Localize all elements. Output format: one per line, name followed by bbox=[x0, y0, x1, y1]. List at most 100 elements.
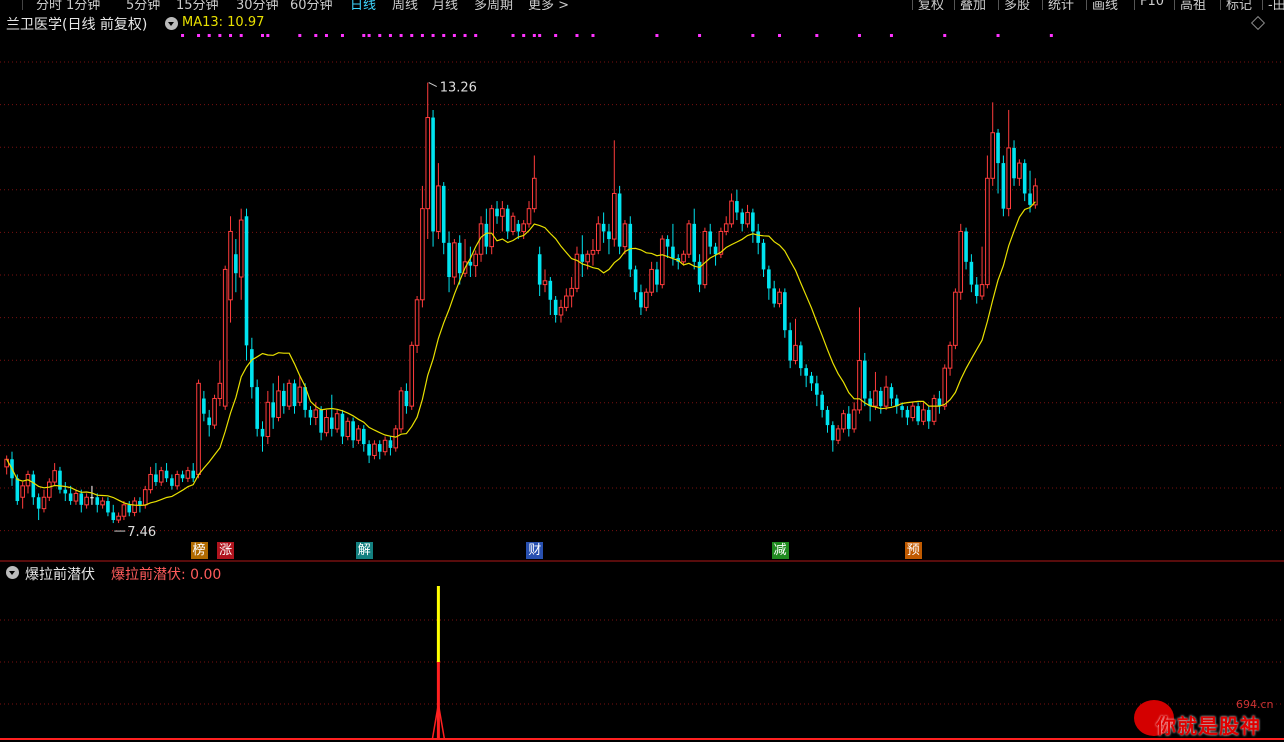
candle-body-up bbox=[931, 398, 937, 422]
candle-body-up bbox=[47, 481, 52, 498]
signal-dot bbox=[378, 34, 382, 37]
signal-dot bbox=[197, 34, 201, 37]
candle-body-down bbox=[180, 474, 185, 479]
candle-body-up bbox=[643, 291, 649, 308]
candle-body-down bbox=[244, 216, 249, 346]
signal-dot bbox=[698, 34, 702, 37]
candle-body-down bbox=[553, 299, 558, 315]
signal-dot bbox=[511, 34, 515, 37]
signal-dot bbox=[857, 34, 861, 37]
candle-body-up bbox=[238, 219, 244, 278]
candle-body-up bbox=[910, 405, 916, 419]
candle-body-up bbox=[1006, 147, 1012, 210]
indicator-value: 爆拉前潜伏: 0.00 bbox=[111, 567, 222, 583]
candle-body-up bbox=[52, 470, 57, 483]
candle-body-up bbox=[41, 496, 47, 510]
candle-body-up bbox=[510, 215, 516, 232]
event-marker[interactable]: 减 bbox=[771, 542, 789, 559]
candle-body-up bbox=[425, 117, 431, 210]
candle-body-up bbox=[841, 413, 846, 430]
event-marker[interactable]: 涨 bbox=[217, 542, 235, 559]
candle-body-down bbox=[708, 231, 713, 247]
candle-body-up bbox=[382, 439, 388, 453]
candle-body-down bbox=[1022, 163, 1027, 194]
candle-body-up bbox=[729, 200, 734, 225]
candle-body-up bbox=[857, 360, 862, 411]
candle-body-down bbox=[815, 383, 819, 395]
signal-dot bbox=[751, 34, 755, 37]
signal-dot bbox=[431, 34, 435, 37]
candlestick-chart[interactable]: 13.26 7.46 bbox=[0, 0, 1284, 742]
candle-body-up bbox=[228, 230, 233, 301]
candle-body-up bbox=[100, 500, 105, 506]
candle-body-up bbox=[953, 291, 958, 346]
candle-body-down bbox=[367, 444, 371, 456]
candle-body-up bbox=[420, 208, 425, 301]
candle-body-up bbox=[356, 428, 361, 441]
candle-body-up bbox=[196, 382, 201, 475]
candle-body-up bbox=[622, 223, 628, 248]
candle-body-up bbox=[345, 420, 351, 437]
signal-dot bbox=[324, 34, 328, 37]
candle-body-down bbox=[916, 406, 920, 422]
candle-body-up bbox=[745, 211, 750, 225]
candle-body-down bbox=[580, 254, 585, 262]
candle-body-up bbox=[489, 208, 494, 248]
signal-dot bbox=[996, 34, 1000, 37]
signal-dot bbox=[778, 34, 782, 37]
candle-body-up bbox=[564, 295, 569, 308]
watermark-text: 你就是股神 bbox=[1156, 714, 1261, 738]
candle-body-up bbox=[212, 398, 217, 426]
event-marker[interactable]: 解 bbox=[355, 542, 373, 559]
signal-dot bbox=[591, 34, 595, 37]
candle-body-down bbox=[671, 246, 675, 259]
signal-dot bbox=[889, 34, 893, 37]
event-marker[interactable]: 预 bbox=[904, 542, 922, 559]
candle-body-up bbox=[217, 382, 223, 400]
candle-body-up bbox=[222, 268, 228, 407]
candle-body-up bbox=[921, 409, 926, 422]
candle-body-up bbox=[174, 473, 180, 487]
candle-body-down bbox=[889, 387, 894, 399]
candle-body-down bbox=[79, 493, 84, 505]
candle-body-down bbox=[127, 504, 132, 513]
candle-body-down bbox=[308, 409, 313, 418]
candle-body-up bbox=[585, 253, 590, 263]
candle-body-down bbox=[783, 292, 787, 331]
event-marker[interactable]: 财 bbox=[526, 542, 544, 559]
candle-body-up bbox=[73, 492, 79, 502]
candle-body-down bbox=[751, 212, 755, 232]
event-marker[interactable]: 榜 bbox=[190, 542, 208, 559]
candle-body-down bbox=[601, 223, 606, 232]
chevron-down-icon[interactable] bbox=[6, 566, 19, 579]
signal-dot bbox=[261, 34, 265, 37]
candle-body-down bbox=[319, 409, 323, 433]
candle-body-down bbox=[495, 208, 499, 217]
candle-body-down bbox=[292, 383, 297, 407]
candle-body-down bbox=[1001, 163, 1006, 209]
candle-body-up bbox=[116, 515, 121, 521]
candle-body-down bbox=[809, 375, 814, 384]
candle-body-up bbox=[436, 185, 441, 232]
candle-body-up bbox=[793, 344, 798, 362]
candle-body-down bbox=[713, 246, 718, 255]
candle-body-down bbox=[926, 409, 931, 422]
candle-body-down bbox=[58, 470, 62, 490]
candle-body-up bbox=[500, 208, 505, 217]
candle-body-up bbox=[276, 390, 281, 419]
candle-body-down bbox=[761, 242, 766, 270]
signal-dot bbox=[474, 34, 478, 37]
candle-body-down bbox=[974, 284, 979, 296]
signal-dot bbox=[538, 34, 542, 37]
signal-dot bbox=[239, 34, 243, 37]
signal-dot bbox=[420, 34, 424, 37]
candle-body-down bbox=[692, 223, 697, 262]
candle-body-up bbox=[569, 287, 574, 297]
candle-body-down bbox=[831, 425, 835, 441]
candle-body-down bbox=[772, 288, 776, 304]
signal-dot bbox=[218, 34, 222, 37]
candle-body-down bbox=[548, 280, 553, 300]
candle-body-up bbox=[590, 249, 596, 255]
candle-body-up bbox=[409, 344, 415, 407]
candle-body-down bbox=[250, 349, 254, 388]
